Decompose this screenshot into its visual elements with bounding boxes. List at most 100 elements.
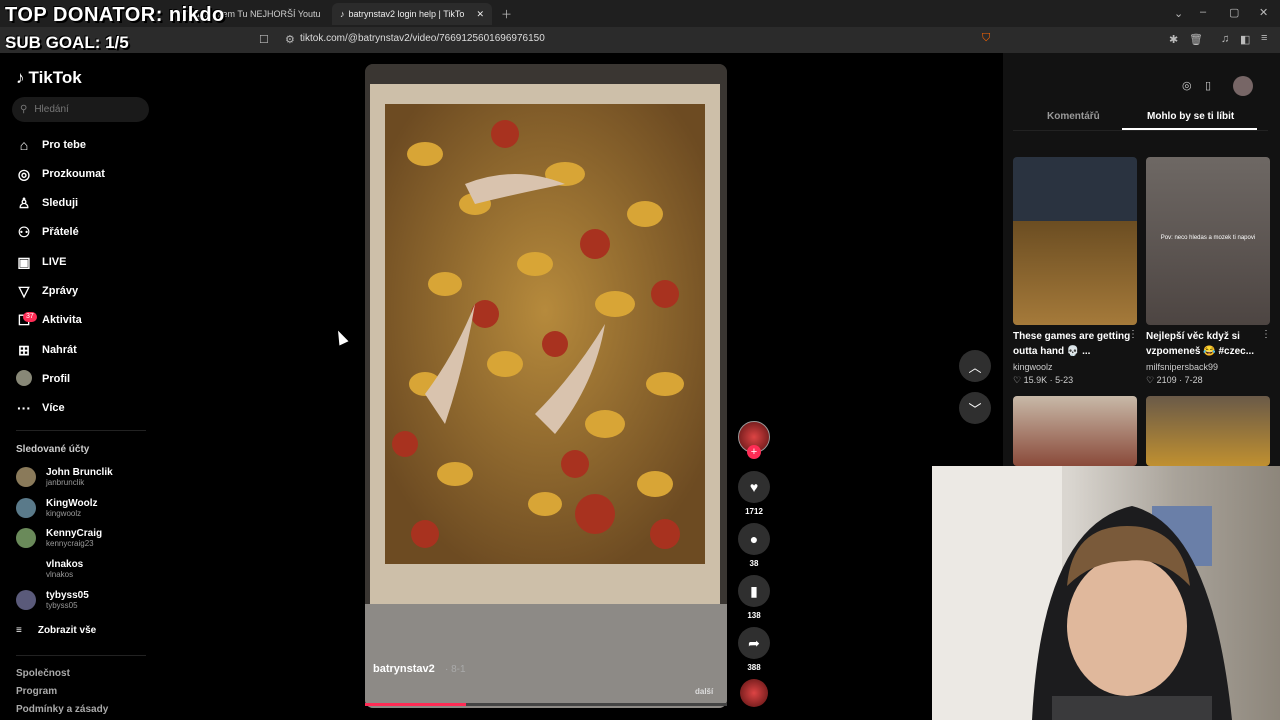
account-name: vlnakos <box>46 558 84 570</box>
followed-account[interactable]: John Brunclik janbrunclik <box>16 463 113 491</box>
follow-button[interactable]: + <box>747 445 761 459</box>
sidebar-item-prozkoumat[interactable]: ◎ Prozkoumat <box>16 163 105 185</box>
comment-icon: ● <box>749 531 759 547</box>
maximize-button[interactable]: ▢ <box>1229 6 1239 19</box>
share-button[interactable]: ➦ <box>738 627 770 659</box>
footer-link[interactable]: Podmínky a zásady <box>16 704 108 715</box>
video-frame-food-tray <box>365 64 727 708</box>
footer-link[interactable]: Společnost <box>16 668 70 679</box>
nav-label: Profil <box>42 373 71 385</box>
tab-list-icon[interactable]: ⌄ <box>1174 7 1183 20</box>
related-video-author[interactable]: kingwoolz <box>1013 362 1053 372</box>
avatar <box>16 528 36 548</box>
account-handle: tybyss05 <box>46 600 78 610</box>
related-video-title[interactable]: Nejlepší věc když si vzpomeneš 😂 #czec..… <box>1146 329 1266 359</box>
compass-icon: ◎ <box>17 165 31 182</box>
avatar <box>16 467 36 487</box>
following-icon: ♙ <box>17 194 31 211</box>
related-video-thumbnail[interactable]: Pov: neco hledas a mozek ti napovi <box>1146 157 1270 325</box>
more-options-icon[interactable]: ⋮ <box>1128 329 1138 340</box>
nav-label: Pro tebe <box>42 139 87 151</box>
show-all-button[interactable]: ≡ Zobrazit vše <box>16 625 96 636</box>
logo-text: TikTok <box>28 68 82 87</box>
brave-shield-icon[interactable]: ⛉ <box>982 32 990 45</box>
tiktok-logo[interactable]: ♪ TikTok <box>16 68 82 88</box>
sidebar-item-pratele[interactable]: ⚇ Přátelé <box>16 221 79 243</box>
sidebar-item-zpravy[interactable]: ▽ Zprávy <box>16 280 78 302</box>
mouse-cursor <box>333 328 349 346</box>
related-video-author[interactable]: milfsnipersback99 <box>1146 362 1218 372</box>
followed-account[interactable]: KennyCraig kennycraig23 <box>16 524 102 552</box>
extensions-icon[interactable]: ✱ <box>1169 33 1178 46</box>
video-date: · 8-1 <box>445 664 466 675</box>
related-video-thumbnail[interactable] <box>1013 157 1137 325</box>
nav-label: Přátelé <box>42 226 79 238</box>
video-player[interactable] <box>365 64 727 708</box>
followed-account[interactable]: KingWoolz kingwoolz <box>16 494 97 522</box>
nav-label: Aktivita <box>42 314 82 326</box>
comment-button[interactable]: ● <box>738 523 770 555</box>
followed-account[interactable]: tybyss05 tybyss05 <box>16 586 89 614</box>
related-video-thumbnail[interactable] <box>1013 396 1137 466</box>
tabs-divider <box>1013 130 1268 131</box>
previous-video-button[interactable]: ︿ <box>959 350 991 382</box>
avatar <box>16 559 36 579</box>
messages-icon: ▽ <box>18 282 30 299</box>
bookmark-count: 138 <box>747 611 761 620</box>
account-handle: vlnakos <box>46 569 74 579</box>
menu-icon[interactable]: ≡ <box>1261 32 1267 44</box>
new-tab-button[interactable]: ＋ <box>501 6 512 22</box>
share-count: 388 <box>747 663 761 672</box>
sidebar-item-sleduji[interactable]: ♙ Sleduji <box>16 192 78 214</box>
sidebar-item-live[interactable]: ▣ LIVE <box>16 251 66 273</box>
user-avatar[interactable] <box>1233 76 1253 96</box>
sidebar-item-nahrat[interactable]: ⊞ Nahrát <box>16 339 77 361</box>
sidebar-toggle-icon[interactable]: ◧ <box>1240 33 1250 46</box>
related-video-title[interactable]: These games are getting outta hand 💀 ... <box>1013 329 1133 359</box>
account-name: KennyCraig <box>46 527 103 539</box>
more-icon: ··· <box>17 400 31 416</box>
next-video-label[interactable]: další <box>695 687 713 696</box>
chevron-down-icon: ﹀ <box>968 401 982 417</box>
heart-icon: ♥ <box>749 479 759 495</box>
tab-comments[interactable]: Komentářů <box>1047 111 1100 122</box>
related-video-stats: ♡ 2109 · 7-28 <box>1146 375 1203 385</box>
bookmark-button[interactable]: ▮ <box>738 575 770 607</box>
followed-account[interactable]: vlnakos vlnakos <box>16 555 83 583</box>
browser-tab-tiktok[interactable]: ♪ batrynstav2 login help | TikTo ✕ <box>332 3 492 25</box>
video-author[interactable]: batrynstav2 <box>373 663 435 675</box>
minimize-button[interactable]: – <box>1200 6 1206 18</box>
bookmark-icon[interactable]: ☐ <box>259 33 269 46</box>
share-icon: ➦ <box>748 634 760 651</box>
account-name: John Brunclik <box>46 466 113 478</box>
nav-label: Zprávy <box>42 285 79 297</box>
more-options-icon[interactable]: ⋮ <box>1261 329 1271 340</box>
thumbnail-caption: Pov: neco hledas a mozek ti napovi <box>1160 235 1256 241</box>
compass-icon[interactable]: ◎ <box>1182 79 1192 92</box>
site-info-icon[interactable]: ⚙ <box>285 33 295 46</box>
tab-related[interactable]: Mohlo by se ti líbit <box>1147 111 1234 122</box>
nav-label: Sleduji <box>42 197 79 209</box>
url-field[interactable]: tiktok.com/@batrynstav2/video/7669125601… <box>300 33 545 44</box>
home-icon: ⌂ <box>19 137 29 153</box>
related-video-thumbnail[interactable] <box>1146 396 1270 466</box>
close-tab-icon[interactable]: ✕ <box>470 9 484 20</box>
sound-avatar[interactable] <box>740 679 768 707</box>
next-video-button[interactable]: ﹀ <box>959 392 991 424</box>
account-handle: kennycraig23 <box>46 538 94 548</box>
show-all-label: Zobrazit vše <box>37 625 97 636</box>
music-icon[interactable]: ♫ <box>1221 33 1229 45</box>
footer-link[interactable]: Program <box>16 686 57 697</box>
avatar <box>16 498 36 518</box>
sidebar-item-pro-tebe[interactable]: ⌂ Pro tebe <box>16 134 86 156</box>
search-input[interactable]: ⚲ Hledání <box>12 97 149 122</box>
nav-label: Nahrát <box>42 344 77 356</box>
sidebar-item-vice[interactable]: ··· Více <box>16 397 65 419</box>
like-button[interactable]: ♥ <box>738 471 770 503</box>
trash-icon[interactable]: 🗑 <box>1189 33 1203 46</box>
bookmark-icon: ▮ <box>750 582 758 599</box>
close-window-button[interactable]: ✕ <box>1259 6 1268 19</box>
video-progress-bar[interactable] <box>365 703 727 706</box>
phone-icon[interactable]: ▯ <box>1205 79 1211 92</box>
sidebar-item-profil[interactable]: Profil <box>16 368 70 390</box>
